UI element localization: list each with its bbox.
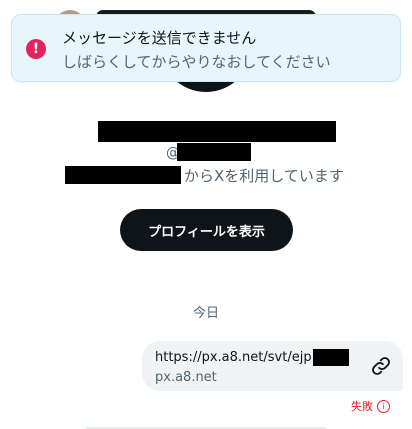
failed-label: 失敗: [351, 400, 373, 413]
info-icon[interactable]: i: [377, 399, 390, 413]
redacted-url-part: [313, 349, 349, 366]
toast-title: メッセージを送信できません: [62, 29, 257, 47]
date-separator: 今日: [192, 306, 219, 321]
link-domain: px.a8.net: [155, 370, 217, 385]
link-url[interactable]: https://px.a8.net/svt/ejp: [155, 350, 312, 365]
redacted-join-date: [65, 166, 181, 184]
send-failed-status[interactable]: 失敗 i: [351, 398, 390, 414]
error-icon: !: [26, 39, 46, 59]
view-profile-button[interactable]: プロフィールを表示: [120, 209, 293, 251]
redacted-handle: [177, 143, 251, 161]
redacted-display-name: [98, 121, 336, 142]
error-toast: ! メッセージを送信できません しばらくしてからやりなおしてください: [11, 14, 401, 82]
message-bubble[interactable]: https://px.a8.net/svt/ejp px.a8.net: [142, 341, 403, 391]
link-icon[interactable]: [370, 355, 392, 377]
joined-text: からXを利用しています: [184, 167, 344, 185]
toast-subtitle: しばらくしてからやりなおしてください: [62, 53, 331, 71]
